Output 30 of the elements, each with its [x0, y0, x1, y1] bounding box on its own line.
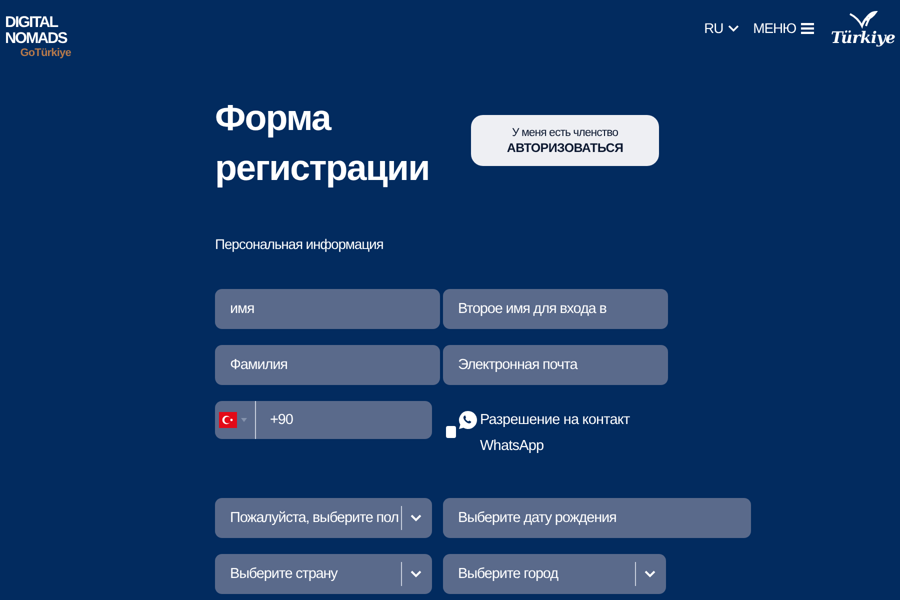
turkey-flag-icon: [219, 412, 237, 428]
turkiye-logo-text: Türkiye: [830, 28, 896, 46]
input-field[interactable]: Фамилия: [215, 345, 440, 385]
chevron-down-icon: [728, 24, 740, 32]
menu-button[interactable]: МЕНЮ: [753, 20, 814, 36]
logo-brand-text: GoTürkiye: [20, 47, 71, 60]
chevron-down-icon: [644, 570, 656, 578]
select-dropdown[interactable]: Пожалуйста, выберите пол: [215, 498, 432, 538]
input-field[interactable]: Второе имя для входа в: [443, 289, 668, 329]
login-button[interactable]: У меня есть членство АВТОРИЗОВАТЬСЯ: [471, 115, 659, 166]
section-heading: Персональная информация: [215, 236, 384, 252]
chevron-down-icon: [410, 570, 422, 578]
checkbox-label: Разрешение на контакт WhatsApp: [480, 411, 631, 456]
input-field[interactable]: имя: [215, 289, 440, 329]
checkbox[interactable]: [446, 426, 456, 438]
logo-text: DIGITAL: [5, 15, 58, 31]
digital-nomads-logo[interactable]: DIGITAL NOMADS GoTürkiye: [5, 15, 71, 63]
input-field[interactable]: Электронная почта: [443, 345, 668, 385]
phone-field[interactable]: +90: [256, 401, 432, 439]
whatsapp-icon: [458, 410, 478, 430]
language-selector[interactable]: RU: [704, 20, 740, 36]
turkiye-logo[interactable]: Türkiye: [828, 10, 898, 46]
menu-icon: [801, 22, 814, 34]
logo-text: NOMADS: [5, 31, 67, 47]
country-code-selector[interactable]: [215, 401, 256, 439]
caret-icon: [241, 418, 247, 422]
select-dropdown[interactable]: Выберите город: [443, 554, 666, 594]
chevron-down-icon: [410, 514, 422, 522]
date-field[interactable]: Выберите дату рождения: [443, 498, 751, 538]
select-dropdown[interactable]: Выберите страну: [215, 554, 432, 594]
